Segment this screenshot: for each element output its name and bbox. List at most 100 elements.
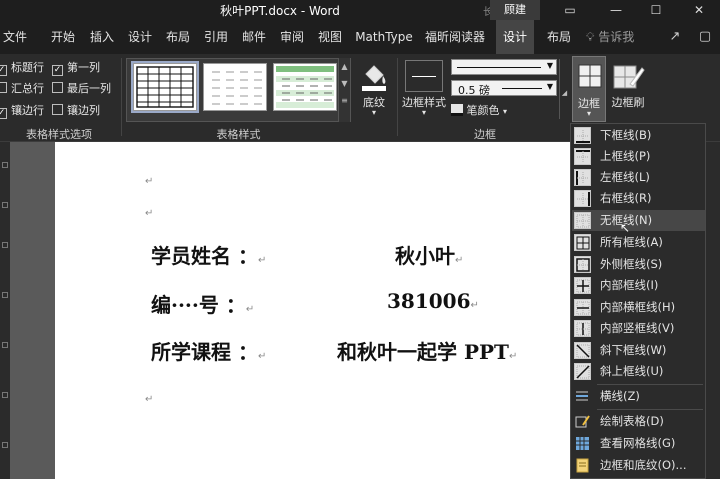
menu-item-label: 内部竖框线(V)	[600, 321, 675, 335]
menu-item-all-borders[interactable]: 所有框线(A)	[572, 232, 705, 253]
all-borders-icon	[574, 234, 591, 251]
pen-color-icon	[451, 104, 463, 116]
table-style-grid[interactable]	[131, 61, 199, 113]
gutter-marker	[2, 342, 8, 348]
borders-dropdown-menu: 下框线(B) 上框线(P) 左框线(L) 右框线(R) 无框线(N) ↖ 所有框…	[570, 123, 706, 479]
close-icon[interactable]: ✕	[686, 1, 712, 19]
minimize-icon[interactable]: —	[603, 1, 629, 19]
banded-rows-label: 镶边行	[11, 104, 44, 117]
tab-insert[interactable]: 插入	[86, 20, 118, 54]
vertical-scrollbar[interactable]	[706, 142, 720, 479]
right-border-icon	[574, 190, 591, 207]
diagonal-up-border-icon	[574, 363, 591, 380]
menu-item-label: 边框和底纹(O)...	[600, 458, 687, 472]
tab-table-layout[interactable]: 布局	[540, 20, 578, 54]
tab-home[interactable]: 开始	[46, 20, 80, 54]
document-page[interactable]: ↵ ↵ 学员姓名 ：↵ 秋小叶↵ 编····号 ：↵ 381006↵ 所学课程 …	[55, 142, 570, 479]
row-label-course[interactable]: 所学课程 ：↵	[151, 336, 266, 365]
shading-dropdown-icon: ▾	[371, 108, 376, 117]
border-line-sample	[412, 76, 436, 77]
paragraph-mark: ↵	[245, 304, 255, 315]
course-label-text: 所学课程 ：	[151, 340, 258, 364]
menu-item-diagonal-up-border[interactable]: 斜上框线(U)	[572, 361, 705, 382]
border-group-launcher[interactable]: ◢	[559, 59, 569, 119]
first-column-label: 第一列	[67, 61, 100, 74]
header-row-checkbox[interactable]: ✓ 标题行	[0, 60, 44, 76]
menu-item-left-border[interactable]: 左框线(L)	[572, 167, 705, 188]
name-value-text: 秋小叶	[395, 244, 455, 268]
tell-me-box[interactable]: 💡︎ 告诉我	[586, 20, 634, 54]
menu-item-draw-table[interactable]: 绘制表格(D)	[572, 411, 705, 432]
menu-item-view-gridlines[interactable]: 查看网格线(G)	[572, 433, 705, 454]
line-style-sample	[457, 67, 541, 68]
borders-grid-icon	[578, 64, 602, 88]
draw-table-icon	[575, 415, 590, 428]
paragraph-mark: ↵	[145, 176, 154, 187]
user-account[interactable]: 顾建	[490, 0, 540, 20]
row-value-number[interactable]: 381006↵	[387, 289, 479, 313]
total-row-checkbox[interactable]: 汇总行	[0, 81, 44, 97]
menu-item-inside-horizontal-border[interactable]: 内部横框线(H)	[572, 297, 705, 318]
comments-icon[interactable]: ▢	[696, 28, 714, 46]
pen-color-button[interactable]: 笔颜色 ▾	[451, 102, 521, 118]
row-label-name[interactable]: 学员姓名 ：↵	[151, 240, 266, 269]
menu-item-horizontal-line[interactable]: 横线(Z)	[572, 386, 705, 407]
tab-layout[interactable]: 布局	[162, 20, 194, 54]
border-styles-button[interactable]: 边框样式 ▾	[401, 60, 447, 122]
table-styles-group-label: 表格样式	[216, 128, 261, 141]
row-value-name[interactable]: 秋小叶↵	[395, 240, 463, 269]
title-bar: 秋叶PPT.docx - Word 长. 顾建 ▭ — ☐ ✕	[0, 0, 720, 20]
tab-table-design[interactable]: 设计	[496, 20, 534, 54]
banded-columns-checkbox[interactable]: 镶边列	[52, 103, 100, 119]
table-style-green[interactable]	[273, 63, 337, 111]
row-label-number[interactable]: 编····号 ：↵	[151, 289, 254, 318]
menu-item-right-border[interactable]: 右框线(R)	[572, 188, 705, 209]
tab-foxit[interactable]: 福昕阅读器	[420, 20, 490, 54]
line-style-select[interactable]: ▼	[451, 59, 557, 75]
gallery-more-icon[interactable]: ≡	[339, 96, 350, 105]
tell-me-label: 告诉我	[598, 30, 635, 44]
menu-item-no-border[interactable]: 无框线(N) ↖	[572, 210, 705, 235]
menu-item-label: 下框线(B)	[600, 128, 652, 142]
menu-item-label: 内部横框线(H)	[600, 300, 676, 314]
tab-mailings[interactable]: 邮件	[238, 20, 270, 54]
menu-item-bottom-border[interactable]: 下框线(B)	[572, 125, 705, 146]
line-weight-dropdown-icon: ▼	[546, 82, 553, 91]
shading-button[interactable]: 底纹 ▾	[356, 60, 392, 120]
table-styles-gallery: ▲ ▼ ≡	[126, 58, 351, 122]
tab-view[interactable]: 视图	[314, 20, 346, 54]
border-painter-button[interactable]: 边框刷	[608, 60, 648, 120]
menu-item-outside-borders[interactable]: 外侧框线(S)	[572, 254, 705, 275]
gallery-scroll[interactable]: ▲ ▼ ≡	[338, 58, 350, 122]
tab-file[interactable]: 文件	[0, 20, 30, 54]
borders-button[interactable]: 边框 ▾	[572, 56, 606, 122]
checkbox-last-column-box	[52, 82, 63, 93]
menu-item-diagonal-down-border[interactable]: 斜下框线(W)	[572, 340, 705, 361]
banded-rows-checkbox[interactable]: ✓ 镶边行	[0, 103, 44, 119]
border-painter-label: 边框刷	[611, 96, 645, 109]
maximize-icon[interactable]: ☐	[643, 1, 669, 19]
last-column-checkbox[interactable]: 最后一列	[52, 81, 111, 97]
tab-review[interactable]: 审阅	[276, 20, 308, 54]
ribbon-display-icon[interactable]: ▭	[557, 1, 583, 19]
left-margin-bar	[0, 142, 10, 479]
share-icon[interactable]: ↗	[666, 28, 684, 46]
gallery-up-icon[interactable]: ▲	[339, 62, 350, 71]
menu-item-inside-vertical-border[interactable]: 内部竖框线(V)	[572, 318, 705, 339]
row-value-course[interactable]: 和秋叶一起学 PPT↵	[337, 336, 517, 365]
tab-references[interactable]: 引用	[200, 20, 232, 54]
left-border-icon	[574, 169, 591, 186]
tab-design[interactable]: 设计	[124, 20, 156, 54]
menu-item-top-border[interactable]: 上框线(P)	[572, 146, 705, 167]
line-weight-select[interactable]: 0.5 磅 ▼	[451, 80, 557, 97]
menu-item-inside-borders[interactable]: 内部框线(I)	[572, 275, 705, 296]
gallery-down-icon[interactable]: ▼	[339, 79, 350, 88]
table-style-plain[interactable]	[203, 63, 267, 111]
first-column-checkbox[interactable]: ✓ 第一列	[52, 60, 100, 76]
inside-horizontal-border-icon	[574, 299, 591, 316]
menu-item-borders-and-shading[interactable]: 边框和底纹(O)...	[572, 455, 705, 476]
pen-color-label: 笔颜色	[466, 104, 500, 117]
tab-mathtype[interactable]: MathType	[352, 20, 416, 54]
borders-and-shading-icon	[576, 458, 589, 473]
gutter-marker	[2, 392, 8, 398]
